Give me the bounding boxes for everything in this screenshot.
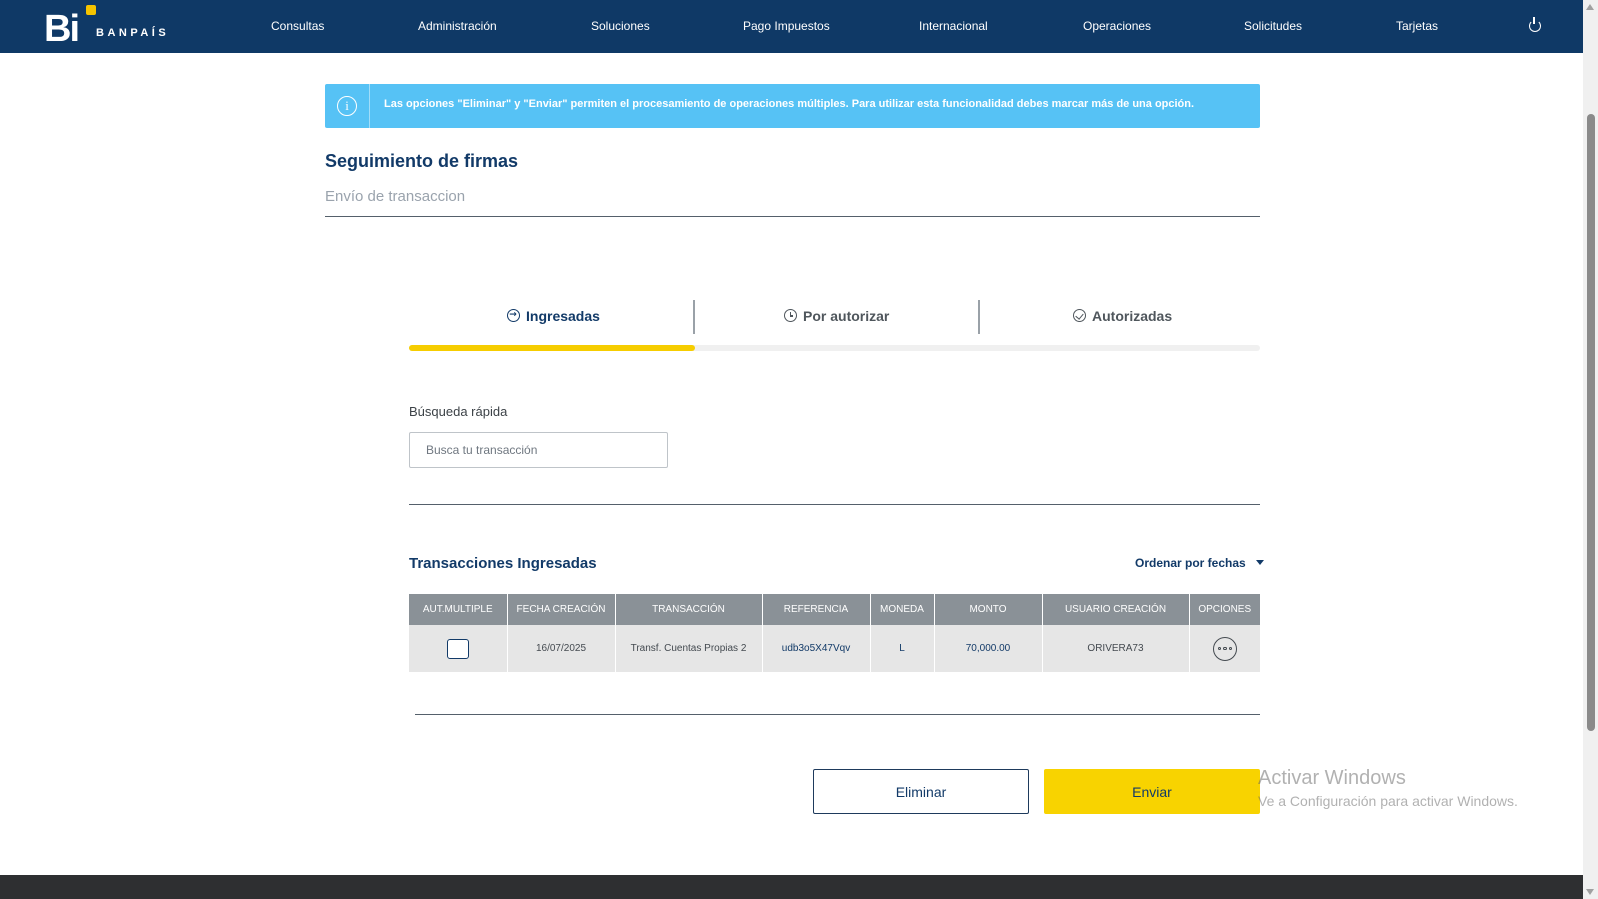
caret-down-icon	[1255, 560, 1264, 565]
nav-item-pago-impuestos[interactable]: Pago Impuestos	[743, 19, 830, 33]
logo-text: BANPAÍS	[96, 27, 170, 39]
tab-por-autorizar-label: Por autorizar	[803, 308, 890, 324]
check-circle-icon	[1073, 309, 1086, 322]
page-footer	[0, 875, 1583, 899]
cell-opciones	[1189, 625, 1260, 672]
tab-ingresadas-label: Ingresadas	[526, 308, 600, 324]
top-navbar: Bi BANPAÍS Consultas Administración Solu…	[0, 0, 1583, 53]
column-header: MONEDA	[870, 594, 935, 625]
windows-watermark-title: Activar Windows	[1258, 767, 1406, 789]
cell-aut-multiple	[409, 625, 508, 672]
scrollbar-thumb[interactable]	[1587, 114, 1595, 731]
info-icon-area: i	[325, 84, 370, 128]
search-label: Búsqueda rápida	[409, 404, 508, 419]
tab-ingresadas[interactable]: Ingresadas	[507, 307, 600, 324]
cell-usuario: ORIVERA73	[1042, 625, 1190, 672]
column-header: OPCIONES	[1189, 594, 1260, 625]
column-header: TRANSACCIÓN	[615, 594, 763, 625]
more-options-icon[interactable]	[1212, 636, 1237, 661]
logo-mark: Bi	[44, 8, 80, 50]
search-input[interactable]	[409, 432, 668, 468]
tab-divider	[693, 300, 695, 334]
scroll-up-arrow[interactable]	[1586, 4, 1594, 10]
nav-item-operaciones[interactable]: Operaciones	[1083, 19, 1151, 33]
sort-by-date-dropdown[interactable]: Ordenar por fechas	[1135, 556, 1264, 570]
tab-por-autorizar[interactable]: Por autorizar	[784, 308, 889, 324]
cell-fecha: 16/07/2025	[507, 625, 616, 672]
search-divider	[409, 504, 1260, 505]
delete-button[interactable]: Eliminar	[813, 769, 1029, 814]
cell-moneda: L	[870, 625, 935, 672]
page-subtitle: Envío de transaccion	[325, 188, 466, 205]
table-header-row: AUT.MULTIPLE FECHA CREACIÓN TRANSACCIÓN …	[409, 594, 1260, 625]
nav-item-soluciones[interactable]: Soluciones	[591, 19, 650, 33]
nav-item-administracion[interactable]: Administración	[418, 19, 497, 33]
column-header: USUARIO CREACIÓN	[1042, 594, 1190, 625]
nav-item-tarjetas[interactable]: Tarjetas	[1396, 19, 1438, 33]
send-button[interactable]: Enviar	[1044, 769, 1260, 814]
column-header: REFERENCIA	[762, 594, 871, 625]
power-icon[interactable]	[1529, 17, 1541, 32]
tab-active-indicator	[409, 345, 695, 351]
nav-item-internacional[interactable]: Internacional	[919, 19, 988, 33]
column-header: FECHA CREACIÓN	[507, 594, 616, 625]
cell-referencia: udb3o5X47Vqv	[762, 625, 871, 672]
cell-monto: 70,000.00	[934, 625, 1043, 672]
info-icon: i	[337, 96, 357, 116]
windows-watermark-subtitle: Ve a Configuración para activar Windows.	[1258, 793, 1518, 809]
info-banner: i Las opciones "Eliminar" y "Enviar" per…	[325, 84, 1260, 128]
sort-label: Ordenar por fechas	[1135, 556, 1246, 570]
tab-autorizadas-label: Autorizadas	[1092, 308, 1173, 324]
title-divider	[325, 216, 1260, 217]
nav-item-solicitudes[interactable]: Solicitudes	[1244, 19, 1302, 33]
cell-transaccion: Transf. Cuentas Propias 2	[615, 625, 763, 672]
transactions-table: AUT.MULTIPLE FECHA CREACIÓN TRANSACCIÓN …	[409, 594, 1260, 672]
scroll-down-arrow[interactable]	[1586, 889, 1594, 895]
column-header: MONTO	[934, 594, 1043, 625]
column-header: AUT.MULTIPLE	[409, 594, 508, 625]
tab-divider	[978, 300, 980, 334]
table-divider	[415, 714, 1260, 715]
nav-item-consultas[interactable]: Consultas	[271, 19, 324, 33]
arrow-circle-icon	[507, 307, 520, 323]
section-title: Transacciones Ingresadas	[409, 555, 597, 572]
tab-autorizadas[interactable]: Autorizadas	[1073, 308, 1172, 324]
clock-icon	[784, 309, 797, 322]
row-select-checkbox[interactable]	[446, 638, 469, 659]
logo-accent-square	[86, 5, 96, 15]
banner-message: Las opciones "Eliminar" y "Enviar" permi…	[384, 98, 1195, 110]
table-row: 16/07/2025 Transf. Cuentas Propias 2 udb…	[409, 625, 1260, 672]
page-title: Seguimiento de firmas	[325, 151, 519, 171]
banpais-logo[interactable]: Bi BANPAÍS	[44, 5, 184, 51]
